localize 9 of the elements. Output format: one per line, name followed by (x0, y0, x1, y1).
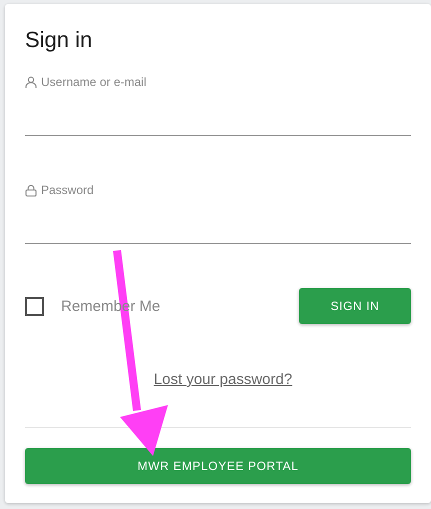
user-icon (25, 76, 37, 88)
employee-portal-button[interactable]: MWR EMPLOYEE PORTAL (25, 448, 411, 484)
field-label: Password (41, 182, 94, 198)
lock-icon (25, 184, 37, 196)
lost-password-link[interactable]: Lost your password? (154, 371, 292, 388)
checkbox[interactable] (25, 296, 44, 316)
field-label: Username or e-mail (41, 74, 146, 90)
form-title: Sign in (25, 26, 92, 54)
sign-in-button[interactable]: SIGN IN (299, 288, 411, 324)
